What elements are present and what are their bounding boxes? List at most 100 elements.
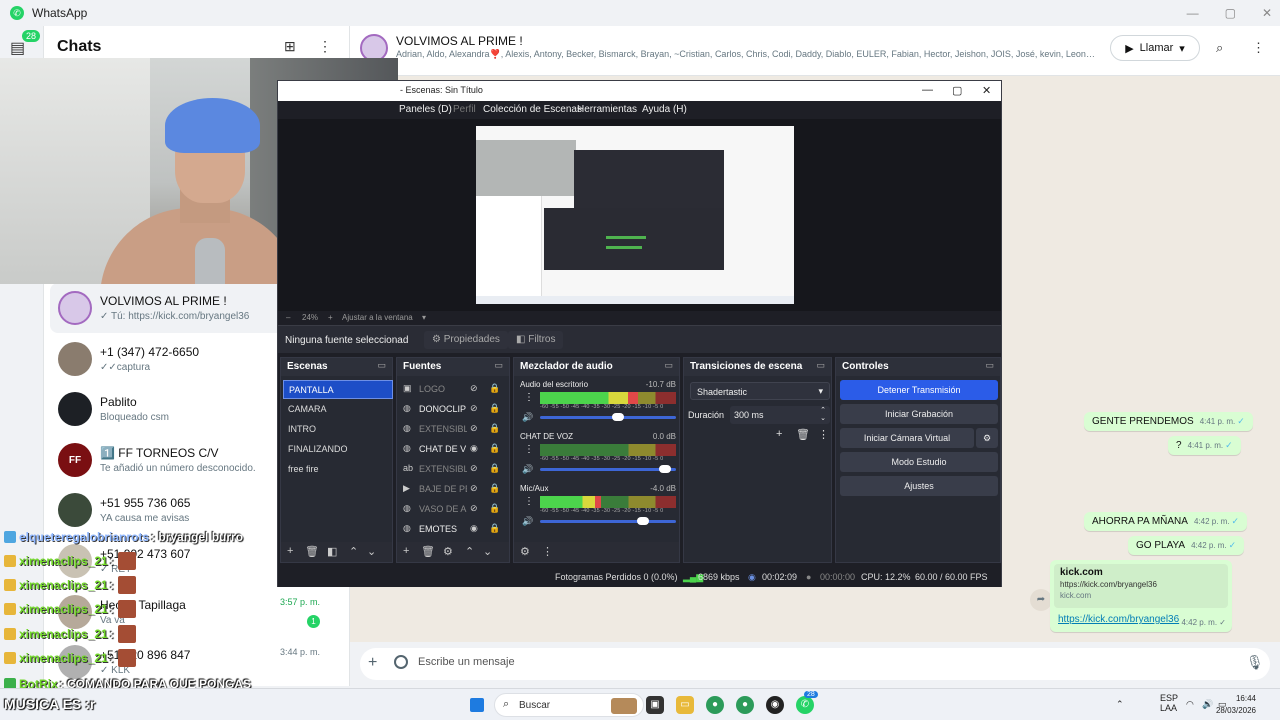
attach-plus-icon[interactable]: + <box>368 654 377 672</box>
lock-icon[interactable]: 🔒 <box>489 403 500 414</box>
scene-item[interactable]: PANTALLA <box>283 380 393 399</box>
scene-item[interactable]: CAMARA <box>283 400 393 419</box>
scene-item[interactable]: FINALIZANDO <box>283 440 393 459</box>
source-item[interactable]: ab EXTENSIBL ⊘ 🔒 <box>401 460 511 478</box>
whatsapp-icon[interactable]: ✆ <box>796 696 814 714</box>
transition-select[interactable]: Shadertastic ▾ <box>690 382 830 400</box>
link-preview[interactable]: kick.com https://kick.com/bryangel36 kic… <box>1054 564 1228 608</box>
eye-icon[interactable]: ◉ <box>470 523 478 534</box>
start-recording-button[interactable]: Iniciar Grabación <box>840 404 998 424</box>
wifi-icon[interactable]: ◠ <box>1186 699 1194 710</box>
filter-icon[interactable]: ◧ <box>327 545 337 558</box>
link-preview-message[interactable]: kick.com https://kick.com/bryangel36 kic… <box>1050 560 1232 632</box>
conversation-header[interactable]: VOLVIMOS AL PRIME ! Adrian, Aldo, Alexan… <box>350 26 1280 76</box>
volume-icon[interactable]: 🔊 <box>1202 699 1213 710</box>
dock-menu-icon[interactable]: ▭ <box>985 360 994 371</box>
properties-button[interactable]: ⚙ Propiedades <box>424 331 508 349</box>
add-icon[interactable]: + <box>403 545 409 557</box>
zoom-fit[interactable]: Ajustar a la ventana <box>342 313 413 322</box>
hidden-eye-icon[interactable]: ⊘ <box>470 423 478 434</box>
lock-icon[interactable]: 🔒 <box>489 503 500 514</box>
zoom-out-icon[interactable]: – <box>286 313 290 322</box>
close-icon[interactable]: ✕ <box>982 84 991 97</box>
close-icon[interactable]: ✕ <box>1262 6 1272 20</box>
settings-button[interactable]: Ajustes <box>840 476 998 496</box>
message-bubble[interactable]: AHORRA PA MÑANA 4:42 p. m. ✓ <box>1084 512 1248 531</box>
source-item[interactable]: ▶ BAJE DE PE ⊘ 🔒 <box>401 480 511 498</box>
start-virtual-camera-button[interactable]: Iniciar Cámara Virtual <box>840 428 974 448</box>
message-link[interactable]: https://kick.com/bryangel36 <box>1058 614 1179 625</box>
menu-docks[interactable]: Paneles (D) <box>399 104 452 115</box>
menu-profile[interactable]: Perfil <box>453 104 476 115</box>
virtual-camera-settings-icon[interactable]: ⚙ <box>976 428 998 448</box>
source-item[interactable]: ◍ EXTENSIBL ⊘ 🔒 <box>401 420 511 438</box>
message-input[interactable]: Escribe un mensaje <box>418 656 515 668</box>
chevron-up-icon[interactable]: ⌃ <box>1116 699 1124 710</box>
duration-input[interactable]: 300 ms ⌃ ⌄ <box>730 406 830 424</box>
studio-mode-button[interactable]: Modo Estudio <box>840 452 998 472</box>
source-item[interactable]: ◍ CHAT DE V ◉ 🔒 <box>401 440 511 458</box>
taskbar-search[interactable]: ⌕ Buscar <box>494 693 644 717</box>
lock-icon[interactable]: 🔒 <box>489 443 500 454</box>
dock-menu-icon[interactable]: ▭ <box>377 360 386 371</box>
menu-tools[interactable]: Herramientas <box>577 104 637 115</box>
move-down-icon[interactable]: ⌄ <box>483 545 492 558</box>
slider-knob[interactable] <box>612 413 625 421</box>
channel-menu-icon[interactable]: ⋮ <box>524 392 534 403</box>
trash-icon[interactable]: 🗑 <box>305 545 319 558</box>
trash-icon[interactable]: 🗑 <box>421 545 435 558</box>
lock-icon[interactable]: 🔒 <box>489 523 500 534</box>
call-button[interactable]: ▶ Llamar ▾ <box>1110 35 1200 61</box>
scene-item[interactable]: free fire <box>283 460 393 479</box>
channel-menu-icon[interactable]: ⋮ <box>524 444 534 455</box>
file-explorer-icon[interactable]: ▭ <box>676 696 694 714</box>
minimize-icon[interactable]: — <box>922 84 933 96</box>
hidden-eye-icon[interactable]: ⊘ <box>470 503 478 514</box>
hidden-eye-icon[interactable]: ⊘ <box>470 383 478 394</box>
eye-icon[interactable]: ◉ <box>470 443 478 454</box>
dock-menu-icon[interactable]: ▭ <box>816 360 825 371</box>
preview-canvas[interactable] <box>476 126 794 304</box>
trash-icon[interactable]: 🗑 <box>796 428 810 441</box>
obs-icon[interactable]: ◉ <box>766 696 784 714</box>
spinner-icon[interactable]: ⌃ ⌄ <box>820 407 826 423</box>
channel-menu-icon[interactable]: ⋮ <box>524 496 534 507</box>
stop-streaming-button[interactable]: Detener Transmisión <box>840 380 998 400</box>
clock[interactable]: 16:44 28/03/2026 <box>1216 693 1256 717</box>
slider-knob[interactable] <box>658 465 671 473</box>
more-options-icon[interactable]: ⋮ <box>1252 40 1265 56</box>
volume-icon[interactable]: 🔊 <box>522 516 533 527</box>
more-options-icon[interactable]: ⋮ <box>542 545 553 558</box>
filters-button[interactable]: ◧ Filtros <box>508 331 564 349</box>
hidden-eye-icon[interactable]: ⊘ <box>470 403 478 414</box>
source-item[interactable]: ▣ LOGO ⊘ 🔒 <box>401 380 511 398</box>
search-icon[interactable]: ⌕ <box>1216 40 1223 56</box>
scene-item[interactable]: INTRO <box>283 420 393 439</box>
menu-scene-collection[interactable]: Colección de Escenas <box>483 104 582 115</box>
source-item[interactable]: ◍ EMOTES ◉ 🔒 <box>401 520 511 538</box>
hidden-eye-icon[interactable]: ⊘ <box>470 483 478 494</box>
volume-icon[interactable]: 🔊 <box>522 464 533 475</box>
new-chat-icon[interactable]: ⊞ <box>284 38 296 55</box>
move-down-icon[interactable]: ⌄ <box>367 545 376 558</box>
windows-start-icon[interactable] <box>470 698 484 712</box>
menu-help[interactable]: Ayuda (H) <box>642 104 687 115</box>
zoom-in-icon[interactable]: + <box>328 313 333 322</box>
volume-slider[interactable] <box>540 517 676 525</box>
dock-menu-icon[interactable]: ▭ <box>494 360 503 371</box>
dock-menu-icon[interactable]: ▭ <box>664 360 673 371</box>
volume-slider[interactable] <box>540 413 676 421</box>
lock-icon[interactable]: 🔒 <box>489 483 500 494</box>
chrome-icon[interactable]: ● <box>736 696 754 714</box>
slider-knob[interactable] <box>636 517 649 525</box>
message-bubble[interactable]: ? 4:41 p. m. ✓ <box>1168 436 1241 455</box>
lock-icon[interactable]: 🔒 <box>489 463 500 474</box>
more-options-icon[interactable]: ⋮ <box>818 428 829 441</box>
emoji-icon[interactable] <box>394 655 408 669</box>
message-bubble[interactable]: GO PLAYA 4:42 p. m. ✓ <box>1128 536 1245 555</box>
hidden-eye-icon[interactable]: ⊘ <box>470 463 478 474</box>
maximize-icon[interactable]: ▢ <box>1225 6 1236 20</box>
move-up-icon[interactable]: ⌃ <box>349 545 358 558</box>
message-bubble[interactable]: GENTE PRENDEMOS 4:41 p. m. ✓ <box>1084 412 1253 431</box>
chrome-icon[interactable]: ● <box>706 696 724 714</box>
